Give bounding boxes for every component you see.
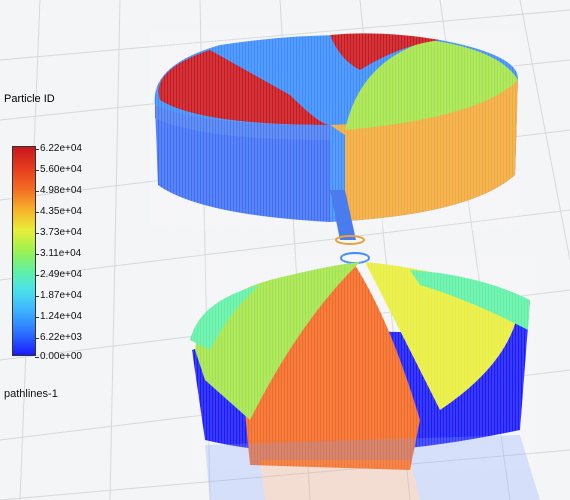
legend-tick: 6.22e+03 [35,332,82,343]
legend-tick: 1.24e+04 [35,311,82,322]
graphics-viewport[interactable] [0,0,570,500]
legend-tick: 1.87e+04 [35,290,82,301]
floor-reflection [205,435,540,500]
legend-tick: 0.00e+00 [35,351,82,362]
colormap-bar [12,146,36,356]
legend-tick: 6.22e+04 [35,143,82,154]
legend-tick: 2.49e+04 [35,269,82,280]
legend-tick: 3.11e+04 [34,248,82,259]
legend-title: Particle ID [4,93,55,105]
scene-caption: pathlines-1 [4,388,58,400]
legend-tick: 3.73e+04 [35,227,82,238]
legend-tick: 4.98e+04 [35,185,82,196]
legend-tick: 4.35e+04 [35,206,82,217]
legend-tick: 5.60e+04 [35,164,82,175]
